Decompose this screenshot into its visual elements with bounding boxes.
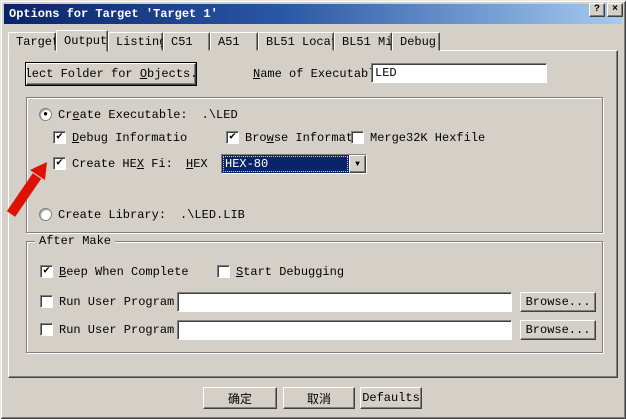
hex-format-selected-value: HEX-80 <box>222 155 349 173</box>
hex-format-combobox[interactable]: HEX-80 ▼ <box>221 154 367 174</box>
combobox-dropdown-button[interactable]: ▼ <box>349 155 366 173</box>
defaults-button[interactable]: Defaults <box>360 387 422 409</box>
check-mark: ✔ <box>56 158 63 169</box>
debug-information-label: Debug Informatio <box>72 131 187 145</box>
tab-target[interactable]: Target <box>8 32 56 51</box>
output-tab-panel: elect Folder for Objects.. Name of Execu… <box>8 50 618 378</box>
beep-when-complete-checkbox[interactable]: ✔ <box>40 265 53 278</box>
help-button[interactable]: ? <box>589 3 605 17</box>
output-options-group: ● Create Executable: .\LED ✔ Debug Infor… <box>26 97 603 233</box>
run-user-program-1-row: Run User Program #1 <box>40 294 196 309</box>
options-for-target-dialog: Options for Target 'Target 1' ? × Target… <box>0 0 626 419</box>
create-executable-row: ● Create Executable: .\LED <box>39 107 238 122</box>
after-make-group-title: After Make <box>35 234 115 248</box>
create-library-radio[interactable] <box>39 208 52 221</box>
create-hex-file-row: ✔ Create HEX Fi: <box>53 156 173 171</box>
browse-information-checkbox[interactable]: ✔ <box>226 131 239 144</box>
debug-information-checkbox[interactable]: ✔ <box>53 131 66 144</box>
ok-button[interactable]: 确定 <box>203 387 277 409</box>
debug-information-row: ✔ Debug Informatio <box>53 130 187 145</box>
merge32k-hexfile-checkbox[interactable] <box>351 131 364 144</box>
name-of-executable-field-frame <box>371 63 547 83</box>
browse-information-row: ✔ Browse Informati <box>226 130 360 145</box>
close-button[interactable]: × <box>607 3 623 17</box>
start-debugging-row: Start Debugging <box>217 264 344 279</box>
check-mark: ✔ <box>43 266 50 277</box>
create-hex-file-checkbox[interactable]: ✔ <box>53 157 66 170</box>
create-executable-path: .\LED <box>202 108 238 122</box>
tab-a51[interactable]: A51 <box>210 32 258 51</box>
help-icon: ? <box>594 5 600 15</box>
tab-strip: Target Output Listing C51 A51 BL51 Locat… <box>8 29 440 51</box>
close-icon: × <box>612 5 618 15</box>
radio-dot: ● <box>43 111 48 119</box>
tab-debug[interactable]: Debug <box>392 32 440 51</box>
chevron-down-icon: ▼ <box>355 160 360 169</box>
create-executable-radio[interactable]: ● <box>39 108 52 121</box>
beep-when-complete-label: Beep When Complete <box>59 265 189 279</box>
check-mark: ✔ <box>56 132 63 143</box>
start-debugging-checkbox[interactable] <box>217 265 230 278</box>
cancel-button[interactable]: 取消 <box>283 387 355 409</box>
after-make-group: After Make ✔ Beep When Complete Start De… <box>26 241 603 353</box>
create-hex-file-label: Create HEX Fi: <box>72 157 173 171</box>
tab-c51[interactable]: C51 <box>163 32 210 51</box>
browse-information-label: Browse Informati <box>245 131 360 145</box>
beep-when-complete-row: ✔ Beep When Complete <box>40 264 189 279</box>
run-user-program-1-input[interactable] <box>178 293 511 311</box>
tab-bl51-locate[interactable]: BL51 Locate <box>258 32 334 51</box>
name-of-executable-input[interactable] <box>372 64 546 82</box>
run-user-program-2-input[interactable] <box>178 321 511 339</box>
title-bar-buttons: ? × <box>589 3 623 17</box>
run-user-program-2-checkbox[interactable] <box>40 323 53 336</box>
run-user-program-2-row: Run User Program #2 <box>40 322 196 337</box>
browse-1-button[interactable]: Browse... <box>520 292 596 312</box>
create-library-label: Create Library: <box>58 208 166 222</box>
create-library-path: .\LED.LIB <box>180 208 245 222</box>
run-user-program-2-label: Run User Program #2 <box>59 323 196 337</box>
hex-format-label: HEX <box>186 156 208 171</box>
tab-bl51-misc[interactable]: BL51 Misc <box>334 32 392 51</box>
create-library-row: Create Library: .\LED.LIB <box>39 207 245 222</box>
select-folder-for-objects-button[interactable]: elect Folder for Objects.. <box>26 63 196 85</box>
merge32k-hexfile-row: Merge32K Hexfile <box>351 130 485 145</box>
tab-output[interactable]: Output <box>56 30 108 52</box>
title-bar[interactable]: Options for Target 'Target 1' <box>4 4 622 24</box>
create-executable-label: Create Executable: <box>58 108 188 122</box>
run-user-program-1-field-frame <box>177 292 512 312</box>
run-user-program-1-checkbox[interactable] <box>40 295 53 308</box>
browse-2-button[interactable]: Browse... <box>520 320 596 340</box>
name-of-executable-label: Name of Executable: <box>253 65 390 83</box>
dialog-title: Options for Target 'Target 1' <box>9 7 218 21</box>
run-user-program-1-label: Run User Program #1 <box>59 295 196 309</box>
check-mark: ✔ <box>229 132 236 143</box>
run-user-program-2-field-frame <box>177 320 512 340</box>
start-debugging-label: Start Debugging <box>236 265 344 279</box>
merge32k-hexfile-label: Merge32K Hexfile <box>370 131 485 145</box>
tab-listing[interactable]: Listing <box>108 32 163 51</box>
